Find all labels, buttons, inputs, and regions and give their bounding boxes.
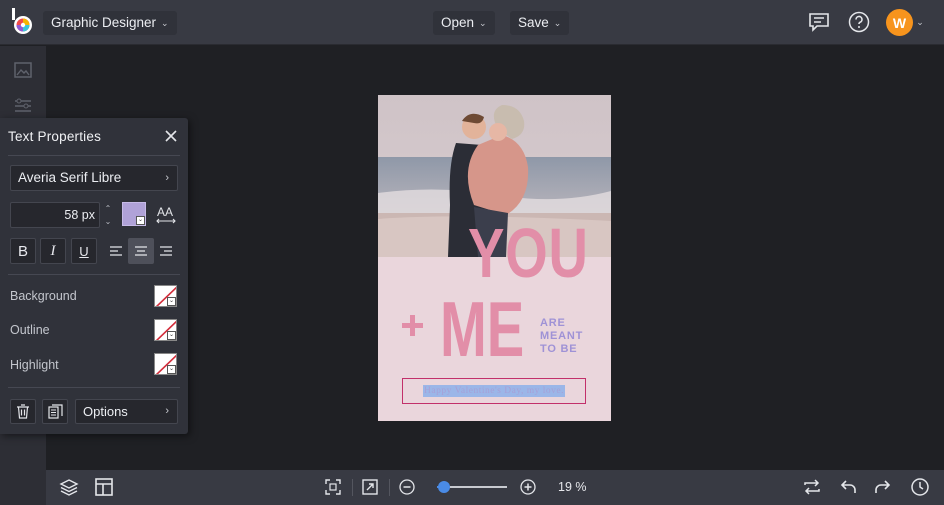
top-bar: Graphic Designer ⌄ Open ⌄ Save ⌄ W ⌄: [0, 0, 944, 45]
redo-icon[interactable]: [873, 477, 893, 497]
plus-circle-icon: [520, 479, 536, 495]
layers-icon[interactable]: [59, 477, 79, 497]
highlight-color-swatch[interactable]: ⌄: [154, 353, 177, 375]
save-menu-button[interactable]: Save ⌄: [510, 11, 570, 35]
panel-title: Text Properties: [8, 129, 102, 144]
valentine-message-text[interactable]: Happy Valentine's Day, my love.: [423, 385, 565, 397]
headline-me[interactable]: ME: [440, 289, 524, 369]
chevron-down-icon: ⌄: [136, 216, 145, 225]
divider: [352, 479, 353, 496]
open-label: Open: [441, 15, 475, 30]
swap-icon[interactable]: [802, 477, 822, 497]
chevron-right-icon: ›: [165, 405, 169, 417]
delete-button[interactable]: [10, 399, 36, 424]
align-center-icon: [135, 246, 147, 256]
options-label: Options: [83, 404, 128, 419]
zoom-slider-handle[interactable]: [438, 481, 450, 493]
zoom-slider[interactable]: [437, 481, 507, 493]
zoom-in-button[interactable]: [518, 477, 538, 497]
comment-icon[interactable]: [808, 11, 830, 33]
align-left-icon: [110, 246, 122, 256]
project-name-label: Graphic Designer: [51, 15, 157, 30]
history-icon[interactable]: [910, 477, 930, 497]
chevron-down-icon: ⌄: [161, 18, 169, 28]
open-menu-button[interactable]: Open ⌄: [433, 11, 495, 35]
close-icon[interactable]: [164, 129, 178, 143]
font-size-input[interactable]: 58 px: [10, 202, 100, 228]
are-meant-to-be-text[interactable]: ARE MEANT TO BE: [540, 317, 583, 356]
divider: [8, 155, 180, 156]
font-size-value: 58 px: [64, 208, 95, 222]
image-icon[interactable]: [13, 60, 33, 80]
chevron-down-icon: ⌄: [167, 365, 176, 374]
chevron-down-icon: ⌄: [553, 18, 562, 28]
font-family-value: Averia Serif Libre: [18, 170, 122, 185]
outline-color-swatch[interactable]: ⌄: [154, 319, 177, 341]
options-button[interactable]: Options ›: [75, 399, 178, 424]
help-icon[interactable]: [848, 11, 870, 33]
chevron-down-icon: ⌄: [167, 331, 176, 340]
chevron-down-icon: ⌄: [167, 297, 176, 306]
design-canvas[interactable]: YOU ME ARE MEANT TO BE Happy Valentine's…: [378, 95, 611, 421]
undo-icon[interactable]: [838, 477, 858, 497]
font-family-select[interactable]: Averia Serif Libre ›: [10, 165, 178, 191]
align-right-icon: [160, 246, 172, 256]
sliders-icon[interactable]: [13, 96, 33, 116]
save-label: Save: [518, 15, 549, 30]
background-color-swatch[interactable]: ⌄: [154, 285, 177, 307]
selected-text-box[interactable]: Happy Valentine's Day, my love.: [402, 378, 586, 404]
headline-you[interactable]: YOU: [468, 213, 589, 293]
outline-label: Outline: [10, 323, 50, 337]
divider: [389, 479, 390, 496]
project-name-dropdown[interactable]: Graphic Designer ⌄: [43, 11, 177, 35]
actual-size-icon[interactable]: [360, 477, 380, 497]
highlight-label: Highlight: [10, 358, 59, 372]
zoom-percentage: 19 %: [558, 480, 587, 494]
zoom-out-button[interactable]: [397, 477, 417, 497]
chevron-right-icon: ›: [165, 172, 169, 184]
svg-text:AA: AA: [157, 205, 173, 219]
minus-circle-icon: [399, 479, 415, 495]
divider: [8, 387, 180, 388]
account-chevron-down-icon[interactable]: ⌄: [914, 16, 926, 28]
background-label: Background: [10, 289, 77, 303]
italic-button[interactable]: I: [40, 238, 66, 264]
bold-button[interactable]: B: [10, 238, 36, 264]
align-right-button[interactable]: [153, 238, 179, 264]
layout-template-icon[interactable]: [94, 477, 114, 497]
trash-icon: [17, 404, 29, 419]
befunky-logo-icon[interactable]: [10, 8, 36, 36]
underline-button[interactable]: U: [71, 238, 97, 264]
align-center-button[interactable]: [128, 238, 154, 264]
font-size-stepper[interactable]: ⌃ ⌄: [102, 202, 114, 228]
duplicate-button[interactable]: [42, 399, 68, 424]
align-left-button[interactable]: [103, 238, 129, 264]
chevron-down-icon: ⌄: [479, 18, 487, 28]
letter-spacing-icon[interactable]: AA: [155, 204, 177, 226]
text-properties-panel: Text Properties Averia Serif Libre › 58 …: [0, 118, 188, 434]
duplicate-icon: [47, 404, 63, 419]
text-color-swatch[interactable]: ⌄: [122, 202, 146, 226]
plus-icon[interactable]: [400, 313, 425, 338]
user-avatar[interactable]: W: [886, 9, 913, 36]
bottom-bar: 19 %: [46, 470, 944, 505]
fit-to-screen-icon[interactable]: [323, 477, 343, 497]
divider: [8, 274, 180, 275]
